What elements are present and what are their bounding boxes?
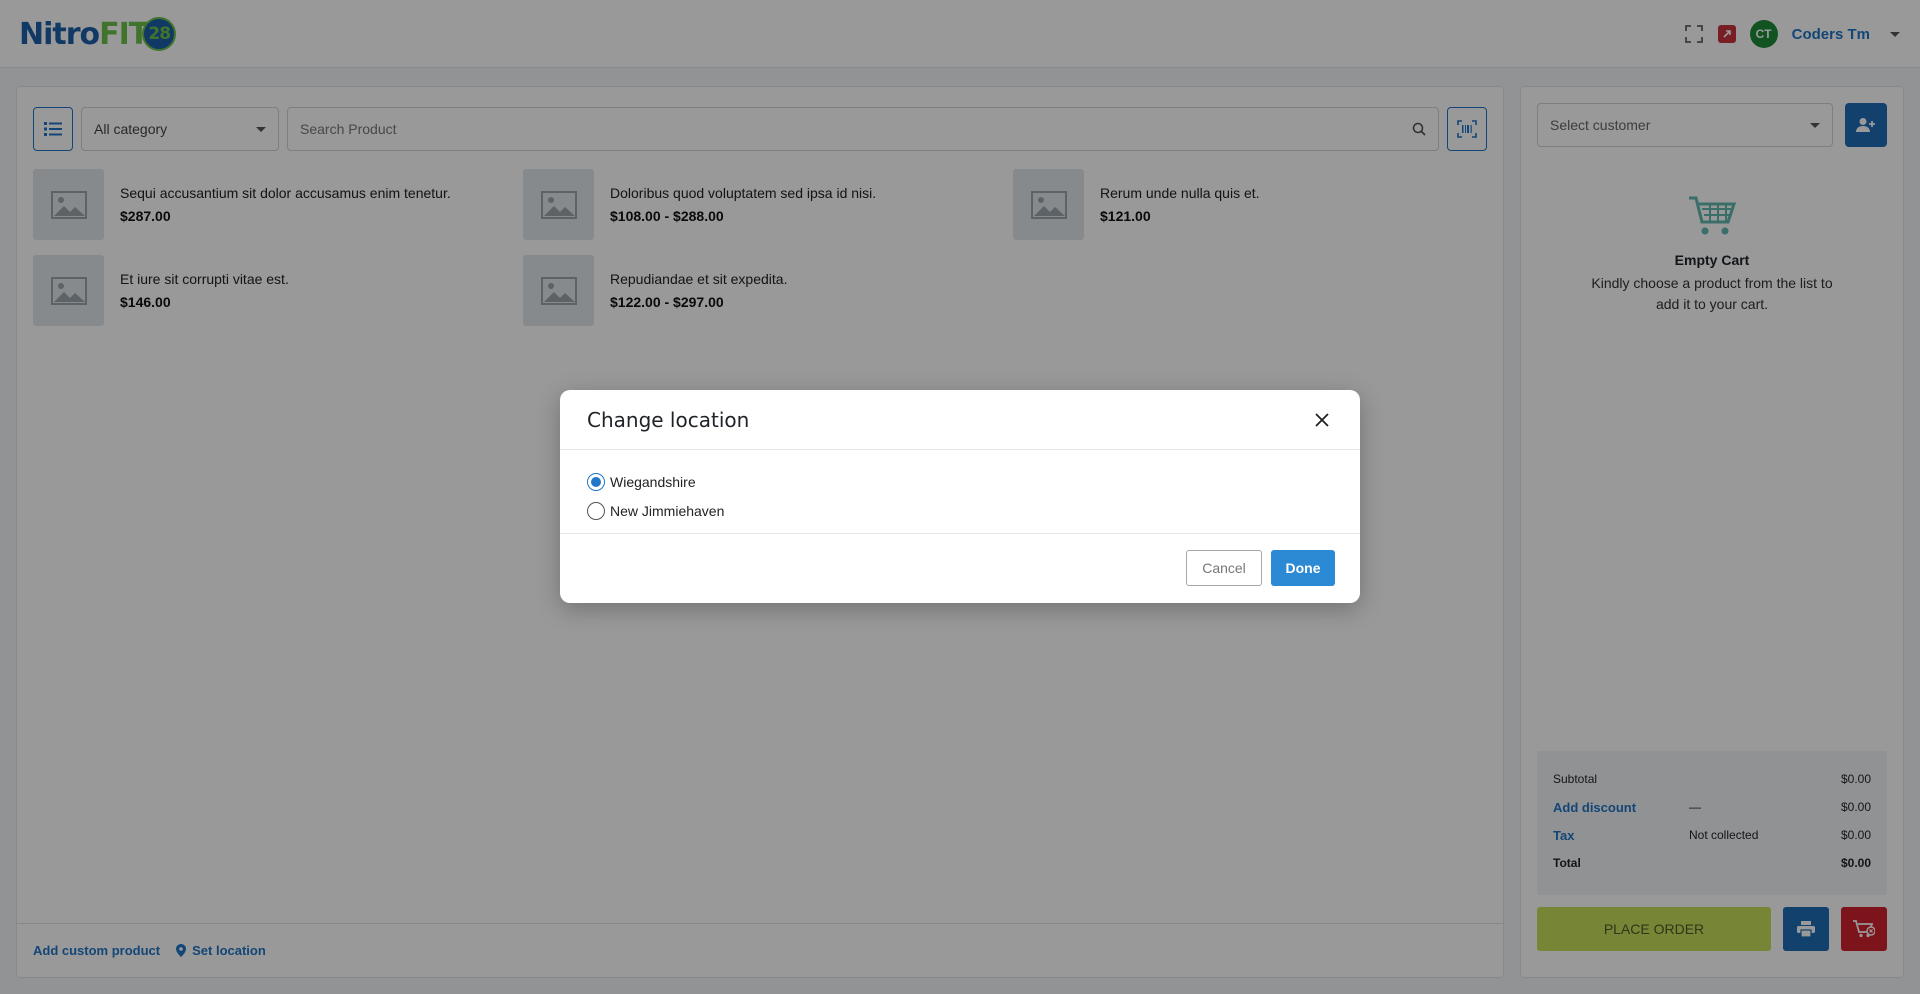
close-icon[interactable] [1310, 408, 1334, 432]
cancel-button[interactable]: Cancel [1186, 550, 1262, 586]
location-options: Wiegandshire New Jimmiehaven [560, 450, 1360, 534]
modal-title: Change location [587, 407, 750, 432]
radio-button[interactable] [587, 501, 605, 520]
location-option-label: Wiegandshire [610, 473, 696, 490]
location-option-new-jimmiehaven[interactable]: New Jimmiehaven [587, 496, 1333, 525]
radio-button-checked[interactable] [587, 472, 605, 491]
change-location-modal: Change location Wiegandshire New Jimmieh… [560, 390, 1360, 603]
location-option-wiegandshire[interactable]: Wiegandshire [587, 467, 1333, 496]
modal-footer: Cancel Done [560, 534, 1360, 602]
modal-header: Change location [560, 390, 1360, 450]
done-button[interactable]: Done [1271, 550, 1335, 586]
location-option-label: New Jimmiehaven [610, 502, 725, 519]
